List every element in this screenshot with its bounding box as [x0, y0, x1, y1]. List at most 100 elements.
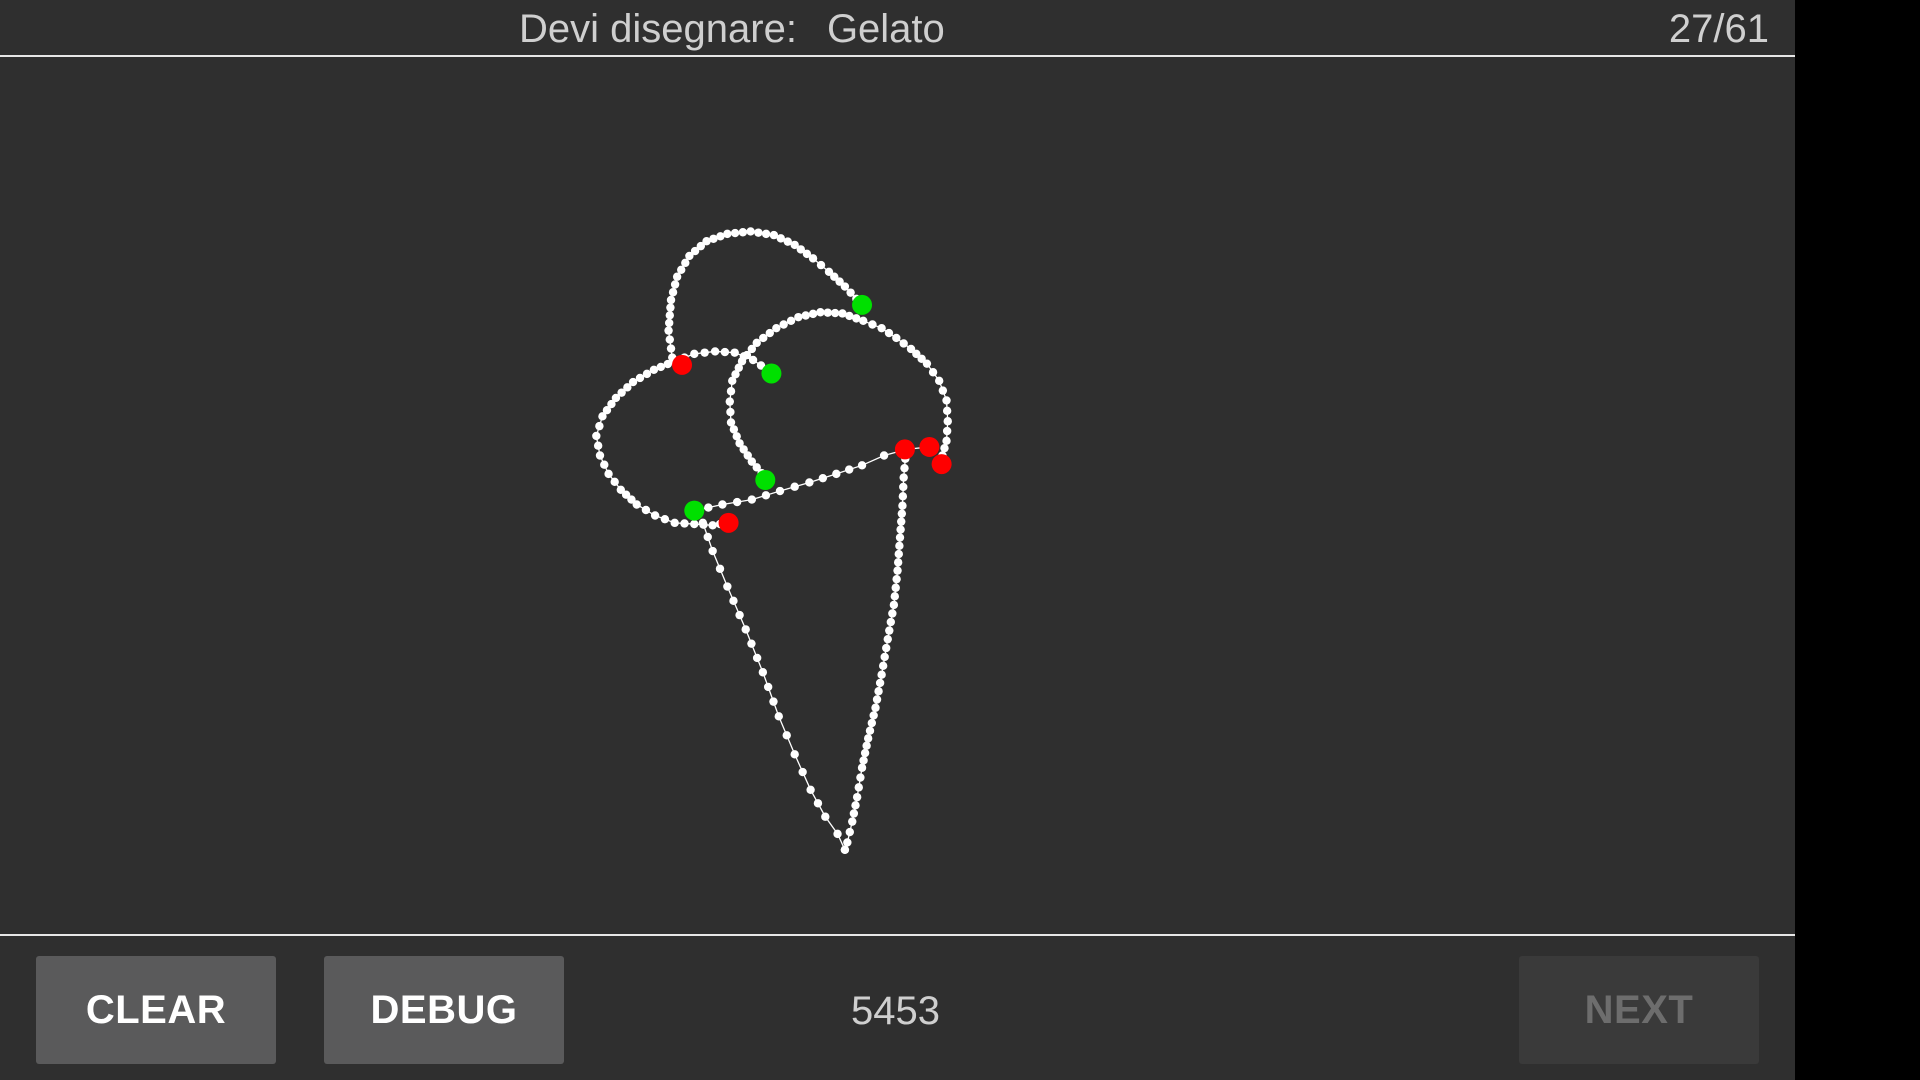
stroke-point	[746, 227, 755, 236]
stroke-point	[666, 303, 675, 312]
stroke-point	[897, 517, 906, 526]
stroke-point	[595, 451, 605, 460]
stroke-point	[898, 501, 907, 510]
stroke-point	[726, 387, 736, 396]
sketch-stroke	[844, 449, 907, 851]
stroke-point	[818, 473, 828, 483]
stroke-point	[735, 610, 744, 620]
stroke-point	[823, 308, 832, 317]
stroke-end-marker	[919, 436, 940, 457]
stroke-end-marker	[931, 454, 952, 475]
stroke-point	[849, 809, 859, 818]
stroke-point	[772, 323, 781, 333]
point-layer	[592, 227, 952, 854]
stroke-start-marker	[761, 363, 782, 384]
stroke-point	[726, 418, 736, 427]
stroke-point	[886, 617, 896, 627]
stroke-point	[883, 634, 892, 644]
stroke-point	[747, 639, 756, 648]
next-button[interactable]: NEXT	[1519, 956, 1759, 1064]
stroke-point	[891, 583, 900, 592]
drawing-surface[interactable]	[0, 57, 1795, 934]
stroke-point	[723, 582, 732, 591]
stroke-point	[856, 773, 865, 782]
stroke-start-marker	[755, 470, 776, 490]
stroke-point	[813, 799, 823, 808]
stroke-point	[938, 386, 948, 395]
sketch-stroke	[595, 350, 770, 526]
stroke-point	[942, 426, 952, 436]
stroke-point	[708, 521, 717, 530]
stroke-point	[833, 829, 842, 839]
stroke-point	[720, 347, 730, 357]
stroke-point	[898, 492, 908, 501]
stroke-point	[763, 682, 773, 692]
stroke-point	[730, 228, 740, 238]
stroke-point	[877, 670, 886, 679]
stroke-point	[698, 518, 708, 528]
stroke-point	[821, 812, 830, 821]
stroke-point	[610, 477, 619, 487]
stroke-point	[865, 726, 875, 735]
stroke-point	[769, 697, 778, 706]
clear-button[interactable]: CLEAR	[36, 956, 276, 1064]
stroke-point	[869, 711, 878, 720]
stroke-point	[888, 609, 897, 618]
stroke-point	[600, 460, 609, 469]
stroke-point	[718, 500, 727, 509]
stroke-layer	[595, 230, 949, 851]
stroke-point	[844, 465, 854, 474]
stroke-point	[774, 712, 783, 721]
stroke-point	[703, 532, 712, 542]
stroke-end-marker	[894, 439, 915, 460]
stroke-point	[872, 695, 882, 704]
stroke-point	[761, 229, 771, 239]
stroke-point	[845, 827, 854, 837]
stroke-point	[798, 767, 807, 777]
stroke-point	[738, 228, 748, 237]
stroke-point	[875, 678, 885, 688]
stroke-point	[715, 564, 725, 573]
stroke-point	[857, 763, 867, 772]
stroke-point	[747, 495, 757, 504]
stroke-point	[880, 652, 889, 662]
drawing-canvas[interactable]	[0, 57, 1795, 934]
stroke-point	[666, 295, 676, 305]
stroke-point	[786, 316, 796, 326]
stroke-point	[808, 254, 818, 263]
stroke-point	[942, 436, 951, 446]
stroke-point	[896, 525, 905, 534]
score-value: 5453	[851, 989, 940, 1033]
stroke-point	[794, 312, 803, 322]
stroke-end-marker	[718, 512, 739, 533]
debug-button[interactable]: DEBUG	[324, 956, 564, 1064]
prompt-word: Gelato	[826, 7, 945, 51]
stroke-point	[761, 491, 771, 500]
stroke-point	[752, 653, 762, 663]
prompt-label: Devi disegnare:	[519, 7, 797, 51]
stroke-point	[899, 339, 908, 348]
stroke-point	[808, 309, 818, 319]
stroke-point	[830, 308, 840, 318]
stroke-point	[900, 463, 909, 473]
stroke-point	[854, 783, 863, 792]
stroke-point	[758, 668, 768, 677]
stroke-point	[894, 549, 903, 559]
stroke-point	[632, 500, 641, 509]
stroke-point	[895, 533, 905, 542]
stroke-point	[592, 431, 601, 441]
stroke-point	[782, 731, 791, 740]
stroke-point	[874, 687, 883, 696]
stroke-point	[851, 801, 860, 810]
stroke-point	[680, 519, 689, 528]
stroke-point	[665, 311, 674, 320]
sketch-stroke	[694, 446, 930, 512]
stroke-point	[660, 514, 670, 524]
stroke-start-marker	[852, 294, 873, 315]
stroke-point	[889, 600, 899, 610]
stroke-point	[857, 461, 867, 470]
stroke-point	[775, 486, 785, 496]
stroke-point	[704, 503, 713, 512]
stroke-point	[806, 785, 815, 794]
stroke-point	[741, 625, 750, 634]
